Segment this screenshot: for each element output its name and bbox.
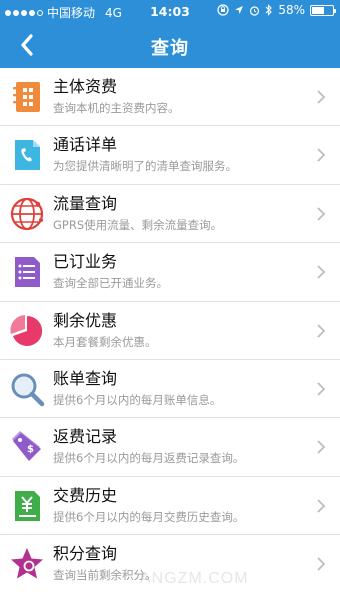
- list-item-bill-query[interactable]: 账单查询 提供6个月以内的每月账单信息。: [0, 359, 340, 419]
- chevron-right-icon: [317, 557, 326, 571]
- item-title: 主体资费: [53, 77, 118, 96]
- chevron-right-icon: [317, 265, 326, 279]
- list-item-main-tariff[interactable]: 主体资费 查询本机的主资费内容。: [0, 68, 340, 127]
- battery-percent: 58%: [278, 3, 305, 17]
- bluetooth-icon: [265, 4, 273, 16]
- list-item-remaining-offers[interactable]: 剩余优惠 本月套餐剩余优惠。: [0, 301, 340, 360]
- item-subtitle: 查询本机的主资费内容。: [53, 101, 180, 115]
- item-title: 积分查询: [53, 544, 118, 564]
- status-right: 58%: [217, 3, 336, 17]
- chevron-right-icon: [317, 440, 326, 454]
- star-icon: [11, 548, 43, 579]
- list-item-call-details[interactable]: 通话详单 为您提供清晰明了的清单查询服务。: [0, 126, 340, 185]
- item-subtitle: GPRS使用流量、剩余流量查询。: [53, 217, 223, 232]
- item-title: 返费记录: [53, 427, 118, 447]
- lock-rotation-icon: [217, 4, 229, 16]
- chevron-right-icon: [317, 207, 326, 221]
- alarm-clock-icon: [250, 5, 260, 16]
- battery-icon: [310, 4, 336, 16]
- location-arrow-icon: [235, 6, 244, 14]
- item-subtitle: 查询全部已开通业务。: [53, 276, 168, 291]
- item-title: 剩余优惠: [53, 310, 118, 330]
- item-subtitle: 提供6个月以内的每月交费历史查询。: [53, 509, 245, 524]
- svg-text:$: $: [27, 444, 34, 455]
- item-title: 交费历史: [53, 485, 118, 505]
- chevron-right-icon: [317, 323, 326, 338]
- price-tag-icon: $: [12, 431, 41, 462]
- magnifier-icon: [11, 373, 45, 407]
- item-title: 通话详单: [53, 135, 118, 155]
- item-subtitle: 本月套餐剩余优惠。: [53, 334, 157, 349]
- page-title: 查询: [151, 38, 189, 59]
- list-item-data-usage[interactable]: 流量查询 GPRS使用流量、剩余流量查询。: [0, 184, 340, 244]
- status-bar: 中国移动 4G 14:03 58%: [0, 0, 340, 22]
- list-item-rebate-records[interactable]: $ 返费记录 提供6个月以内的每月返费记录查询。: [0, 418, 340, 477]
- query-list: 主体资费 查询本机的主资费内容。 通话详单 为您提供清晰明了的清单查询服务。 流…: [0, 68, 340, 594]
- chevron-right-icon: [317, 90, 326, 104]
- chevron-right-icon: [317, 382, 326, 396]
- item-title: 流量查询: [53, 193, 118, 213]
- yuan-receipt-icon: [15, 490, 40, 521]
- chevron-right-icon: [317, 499, 326, 513]
- item-subtitle: 提供6个月以内的每月账单信息。: [53, 392, 222, 407]
- phone-document-icon: [15, 140, 40, 171]
- top-bar: 中国移动 4G 14:03 58% 查询: [0, 0, 340, 68]
- list-document-icon: [15, 257, 40, 288]
- notebook-icon: [13, 82, 40, 112]
- item-subtitle: 提供6个月以内的每月返费记录查询。: [53, 451, 245, 466]
- chevron-right-icon: [317, 148, 326, 163]
- navigation-bar: 查询: [0, 22, 340, 68]
- list-item-subscribed-services[interactable]: 已订业务 查询全部已开通业务。: [0, 243, 340, 302]
- item-subtitle: 为您提供清晰明了的清单查询服务。: [53, 159, 237, 174]
- pie-chart-icon: [10, 314, 43, 346]
- item-title: 已订业务: [53, 252, 118, 272]
- item-title: 账单查询: [53, 368, 118, 388]
- list-item-payment-history[interactable]: 交费历史 提供6个月以内的每月交费历史查询。: [0, 476, 340, 536]
- watermark: ANGZM.COM: [140, 570, 249, 587]
- globe-icon: [10, 197, 44, 230]
